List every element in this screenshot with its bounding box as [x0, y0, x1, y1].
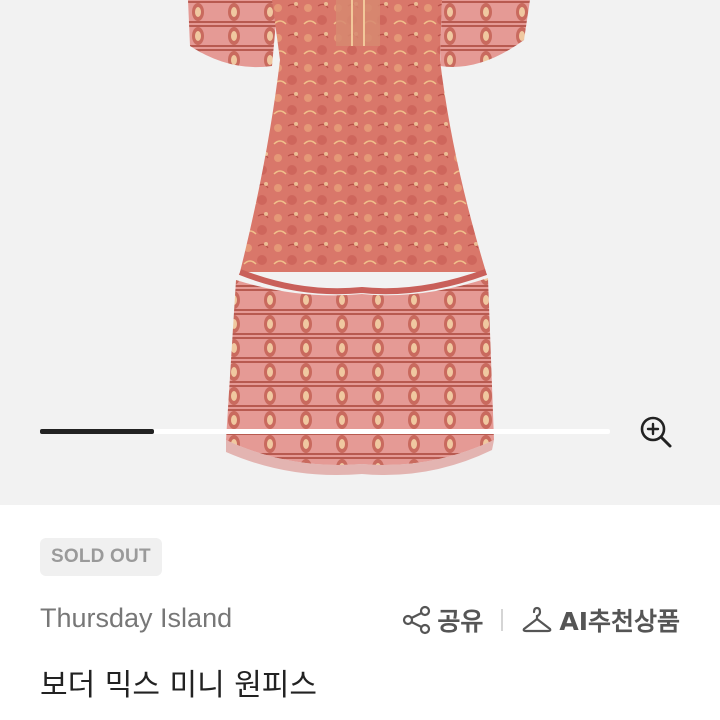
brand-link[interactable]: Thursday Island	[40, 600, 232, 636]
product-title: 보더 믹스 미니 원피스	[40, 668, 318, 703]
product-actions: 공유 AI추천상품	[401, 600, 680, 640]
gallery-progress-bar	[40, 429, 610, 434]
ai-recommend-label: AI추천상품	[559, 607, 680, 636]
zoom-in-icon	[640, 416, 672, 448]
share-label: 공유	[437, 607, 484, 636]
share-icon	[403, 605, 431, 635]
zoom-button[interactable]	[636, 412, 676, 452]
action-divider	[501, 609, 504, 631]
share-button[interactable]: 공유	[401, 602, 483, 638]
status-badge: SOLD OUT	[40, 538, 162, 576]
product-image-gallery[interactable]	[0, 0, 720, 505]
hanger-icon	[523, 606, 552, 633]
ai-recommend-button[interactable]: AI추천상품	[521, 602, 680, 638]
gallery-progress-fill	[40, 429, 154, 434]
